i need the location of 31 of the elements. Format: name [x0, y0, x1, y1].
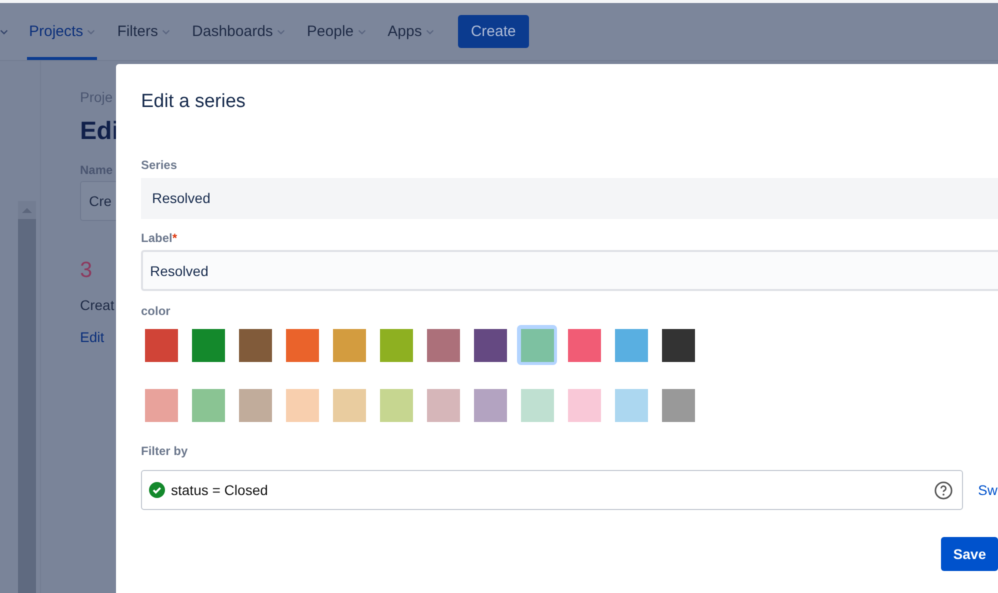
nav-menu-item[interactable]: Apps	[386, 3, 436, 60]
chevron-down-icon[interactable]	[358, 28, 366, 34]
chevron-down-icon[interactable]	[162, 28, 170, 34]
name-field[interactable]: Cre	[80, 181, 119, 221]
color-label: color	[141, 304, 172, 318]
count-text: 3	[80, 257, 94, 283]
scrollbar[interactable]	[18, 201, 36, 593]
help-icon[interactable]	[934, 480, 953, 500]
nav-menu-item[interactable]: Dashboards	[190, 3, 287, 60]
filter-query-text: status = Closed	[171, 482, 269, 498]
required-marker: *	[172, 231, 178, 245]
label-input-field[interactable]: Resolved	[141, 250, 998, 291]
chevron-down-icon[interactable]	[276, 28, 285, 34]
page-heading: Edi	[80, 117, 119, 146]
chevron-down-icon[interactable]	[426, 28, 434, 34]
chevron-down-icon[interactable]	[0, 28, 8, 34]
filter-label: Filter by	[141, 444, 189, 458]
nav-menu-item[interactable]: People	[304, 3, 368, 60]
series-field: Resolved	[141, 178, 998, 219]
edit-link[interactable]: Edit	[80, 329, 119, 345]
label-field-label: Label*	[141, 231, 178, 245]
save-button[interactable]: Save	[941, 537, 998, 571]
description-text: Creat	[80, 297, 116, 313]
filter-query-field[interactable]: status = Closed	[141, 470, 963, 510]
nav-menu-item[interactable]: Filters	[115, 3, 172, 60]
dialog-title: Edit a series	[141, 91, 247, 113]
nav-menu-item[interactable]: Projects	[27, 3, 98, 60]
series-label: Series	[141, 158, 178, 172]
switch-link[interactable]: Sw	[978, 482, 998, 498]
create-button[interactable]: Create	[458, 15, 529, 48]
chevron-down-icon[interactable]	[87, 28, 96, 34]
